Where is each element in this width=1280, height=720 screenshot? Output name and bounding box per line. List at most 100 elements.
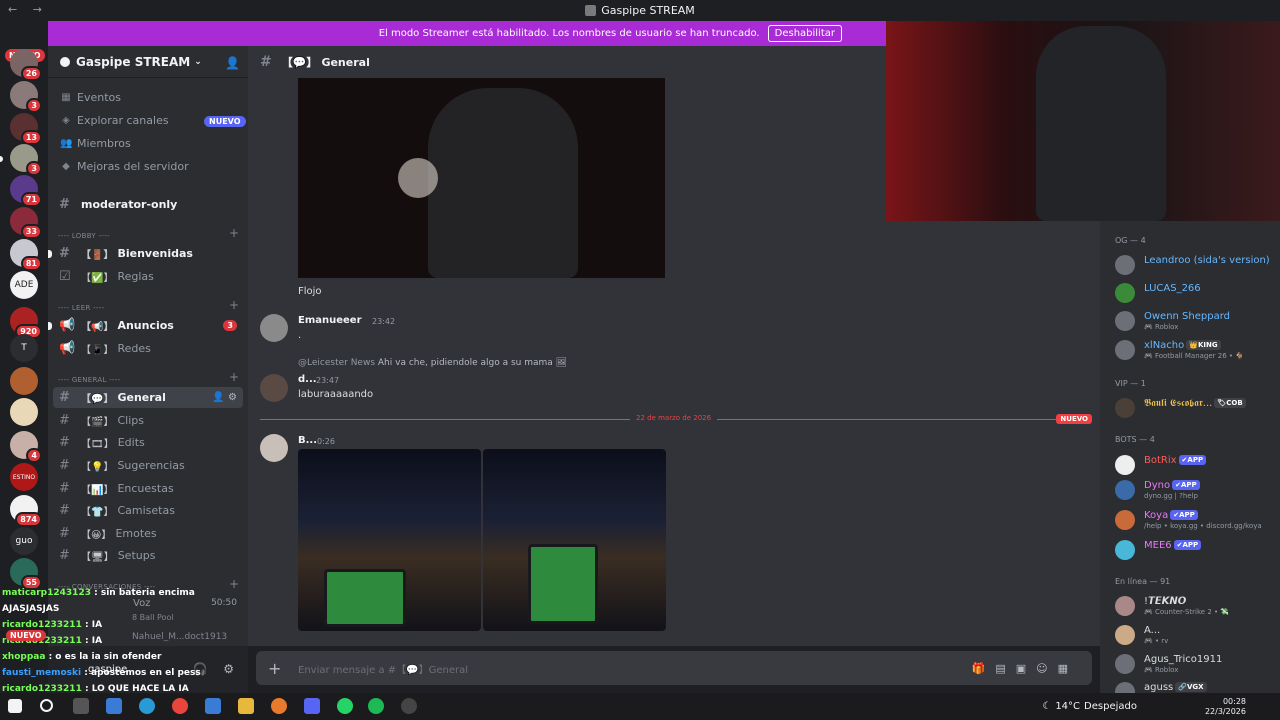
invite-icon[interactable]: 👤 bbox=[225, 56, 240, 70]
avatar bbox=[1115, 255, 1135, 275]
chat-header: # 【💬】 General bbox=[248, 46, 886, 78]
server-icon[interactable]: 874 bbox=[10, 495, 42, 527]
member-item[interactable]: !𝙏𝙀𝙆𝙉𝙊 🎮 Counter-Strike 2 • 💸 bbox=[1115, 595, 1275, 621]
channel-settings-icon[interactable]: 👤 ⚙ bbox=[212, 392, 237, 403]
reply-preview[interactable]: @Leicester News Ahi va che, pidiendole a… bbox=[298, 358, 567, 368]
spotify-icon[interactable] bbox=[368, 698, 384, 714]
message-placeholder: Enviar mensaje a #【💬】General bbox=[298, 664, 468, 676]
message-author[interactable]: d... bbox=[298, 374, 317, 385]
role-bots: BOTS — 4 bbox=[1115, 435, 1155, 444]
hash-icon: # bbox=[59, 197, 70, 212]
menu-mejoras[interactable]: ◆ Mejoras del servidor bbox=[60, 160, 189, 173]
channel-anuncios[interactable]: 📢 【📢】 Anuncios 3 bbox=[48, 315, 243, 336]
server-icon[interactable]: T bbox=[10, 334, 38, 362]
channel-general[interactable]: # 【💬】 General 👤 ⚙ bbox=[53, 387, 243, 408]
chrome-icon[interactable] bbox=[172, 698, 188, 714]
server-icon[interactable]: ESTINO bbox=[10, 463, 38, 491]
discord-icon[interactable] bbox=[304, 698, 320, 714]
server-icon[interactable] bbox=[10, 367, 38, 395]
guild-name: Gaspipe STREAM bbox=[76, 54, 191, 69]
message-input[interactable]: + Enviar mensaje a #【💬】General 🎁▤▣☺▦ bbox=[256, 651, 1092, 685]
whatsapp-icon[interactable] bbox=[337, 698, 353, 714]
video-attachment[interactable] bbox=[298, 78, 665, 278]
member-item[interactable]: Agus_Trico1911 🎮 Roblox bbox=[1115, 653, 1275, 679]
menu-eventos[interactable]: ▦ Eventos bbox=[60, 91, 121, 104]
channel-reglas[interactable]: ☑ 【✅】 Reglas bbox=[53, 266, 243, 287]
nav-arrows[interactable]: ← → bbox=[8, 3, 48, 16]
channel-edits[interactable]: # 【🎞】 Edits bbox=[53, 432, 243, 453]
category-lobby[interactable]: ---- LOBBY ---- bbox=[58, 232, 110, 240]
window-title: Gaspipe STREAM bbox=[601, 4, 695, 17]
weather[interactable]: Despejado bbox=[1084, 701, 1137, 712]
server-icon[interactable]: 3 bbox=[10, 81, 42, 113]
clock[interactable]: 00:28 22/3/2026 bbox=[1205, 697, 1246, 717]
server-icon[interactable]: 920 bbox=[10, 307, 42, 339]
server-icon[interactable]: 13 bbox=[10, 113, 42, 145]
category-leer[interactable]: ---- LEER ---- bbox=[58, 304, 104, 312]
message-author[interactable]: Emanueeer bbox=[298, 315, 362, 326]
new-badge: NUEVO bbox=[6, 630, 46, 641]
avatar bbox=[1115, 654, 1135, 674]
channel-sugerencias[interactable]: # 【💡】 Sugerencias bbox=[53, 455, 243, 476]
member-item[interactable]: MEE6 ✔APP bbox=[1115, 539, 1275, 565]
member-item[interactable]: Dyno ✔APP dyno.gg | ?help bbox=[1115, 479, 1275, 505]
channel-bienvenidas[interactable]: # 【🚪】 Bienvenidas bbox=[48, 243, 243, 264]
avatar bbox=[1115, 311, 1135, 331]
server-icon[interactable]: 55 bbox=[10, 558, 42, 590]
server-icon[interactable]: 26 bbox=[10, 49, 42, 81]
category-general[interactable]: ---- GENERAL ---- bbox=[58, 376, 121, 384]
folder-icon[interactable] bbox=[238, 698, 254, 714]
member-item[interactable]: Owenn Sheppard 🎮 Roblox bbox=[1115, 310, 1275, 336]
channel-camisetas[interactable]: # 【👕】 Camisetas bbox=[53, 500, 243, 521]
member-item[interactable]: LUCAS_266 bbox=[1115, 282, 1275, 308]
server-icon[interactable]: 4 bbox=[10, 431, 42, 463]
server-icon[interactable]: ADE bbox=[10, 271, 38, 299]
add-attachment-icon[interactable]: + bbox=[268, 659, 281, 678]
server-icon[interactable] bbox=[10, 398, 38, 426]
server-icon[interactable]: 33 bbox=[10, 207, 42, 239]
hash-icon: # bbox=[59, 458, 70, 473]
server-icon[interactable]: 81 bbox=[10, 239, 42, 271]
member-item[interactable]: Koya ✔APP/help • koya.gg • discord.gg/koy… bbox=[1115, 509, 1275, 535]
member-item[interactable]: 𝕭𝖆𝖚𝖑𝖎 𝕰𝖘𝖈𝖔𝖇𝖆𝖗... 🏷COB bbox=[1115, 397, 1275, 423]
member-item[interactable]: xlNacho 👑KING 🎮 Football Manager 26 • 🐐 bbox=[1115, 339, 1275, 365]
add-channel-icon[interactable]: + bbox=[229, 226, 239, 240]
channel-redes[interactable]: 📢 【📱】 Redes bbox=[53, 338, 243, 359]
avatar[interactable] bbox=[260, 314, 288, 342]
task-view-icon[interactable] bbox=[73, 698, 89, 714]
guild-header[interactable]: Gaspipe STREAM ⌄ 👤 bbox=[48, 46, 248, 78]
composer-actions-icon[interactable]: 🎁▤▣☺▦ bbox=[972, 662, 1078, 675]
menu-explorar[interactable]: ◈ Explorar canales bbox=[60, 114, 168, 127]
channel-encuestas[interactable]: # 【📊】 Encuestas bbox=[53, 478, 243, 499]
add-channel-icon[interactable]: + bbox=[229, 298, 239, 312]
menu-miembros[interactable]: 👥 Miembros bbox=[60, 137, 131, 150]
edge-icon[interactable] bbox=[139, 698, 155, 714]
channel-moderator-only[interactable]: # moderator-only bbox=[53, 194, 243, 215]
megaphone-icon: 📢 bbox=[59, 318, 76, 333]
firefox-icon[interactable] bbox=[271, 698, 287, 714]
add-channel-icon[interactable]: + bbox=[229, 370, 239, 384]
server-icon[interactable]: guo bbox=[10, 527, 38, 555]
member-item[interactable]: Leandroo (sida's version) bbox=[1115, 254, 1275, 280]
store-icon[interactable] bbox=[205, 698, 221, 714]
avatar[interactable] bbox=[260, 434, 288, 462]
message-time: 23:47 bbox=[316, 376, 340, 385]
server-icon[interactable]: 3 bbox=[10, 144, 42, 176]
temperature[interactable]: 14°C bbox=[1055, 701, 1080, 712]
member-item[interactable]: BotRix ✔APP bbox=[1115, 454, 1275, 480]
obs-icon[interactable] bbox=[401, 698, 417, 714]
channel-setups[interactable]: # 【🖥】 Setups bbox=[53, 545, 243, 566]
search-icon[interactable] bbox=[40, 699, 53, 712]
channel-emotes[interactable]: # 【😀】 Emotes bbox=[53, 523, 243, 544]
copilot-icon[interactable] bbox=[106, 698, 122, 714]
image-attachment[interactable] bbox=[483, 449, 666, 631]
image-attachment[interactable] bbox=[298, 449, 481, 631]
message-author[interactable]: B... bbox=[298, 435, 317, 446]
avatar[interactable] bbox=[260, 374, 288, 402]
channel-clips[interactable]: # 【🎬】 Clips bbox=[53, 410, 243, 431]
member-item[interactable]: A... 🎮 • rv bbox=[1115, 624, 1275, 650]
avatar bbox=[1115, 596, 1135, 616]
disable-button[interactable]: Deshabilitar bbox=[767, 25, 842, 42]
server-icon[interactable]: 71 bbox=[10, 175, 42, 207]
start-icon[interactable] bbox=[8, 699, 22, 713]
